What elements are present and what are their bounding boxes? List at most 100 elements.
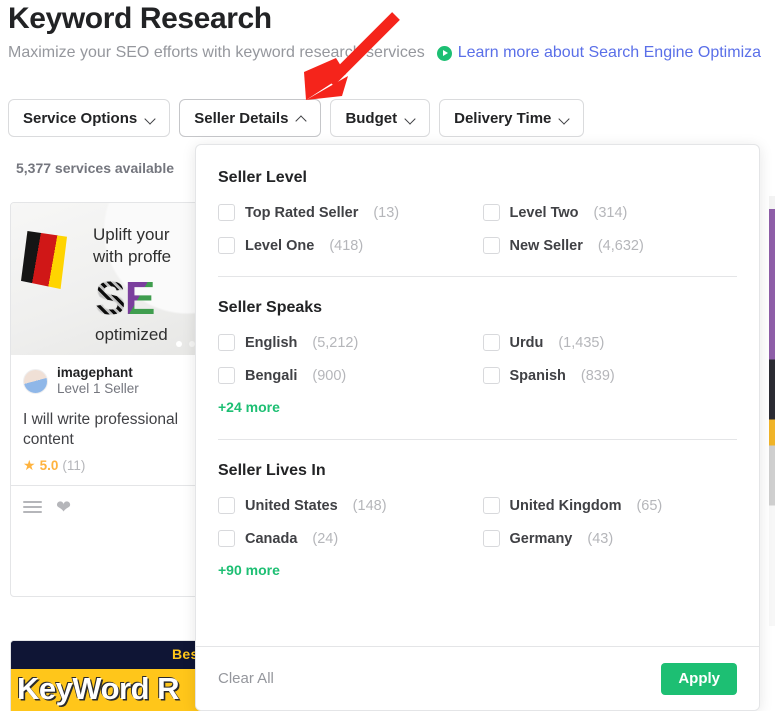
gig-image-letter-e: E <box>124 272 156 324</box>
option-count: (43) <box>587 530 614 547</box>
option-count: (24) <box>312 530 339 547</box>
option-label: Canada <box>245 530 298 547</box>
option-count: (418) <box>329 237 364 254</box>
seller-level: Level 1 Seller <box>57 381 139 397</box>
dropdown-footer: Clear All Apply <box>196 646 759 710</box>
dropdown-body: Seller Level Top Rated Seller (13) Level… <box>196 145 759 580</box>
show-more-countries-link[interactable]: +90 more <box>218 562 280 578</box>
play-circle-icon <box>436 45 452 61</box>
page-subtitle-row: Maximize your SEO efforts with keyword r… <box>8 44 761 62</box>
option-count: (1,435) <box>558 334 605 351</box>
filter-button-budget[interactable]: Budget <box>330 99 431 137</box>
filter-label: Budget <box>345 109 398 127</box>
gig-image-seo-text: SE <box>95 272 156 324</box>
checkbox[interactable] <box>218 497 235 514</box>
checkbox[interactable] <box>218 367 235 384</box>
checkbox[interactable] <box>482 497 500 514</box>
chevron-down-icon <box>560 114 569 123</box>
checkbox-option-bengali[interactable]: Bengali (900) <box>218 367 473 384</box>
checkbox[interactable] <box>218 204 235 221</box>
option-label: United States <box>245 497 338 514</box>
checkbox[interactable] <box>482 367 500 384</box>
seller-name[interactable]: imagephant <box>57 365 139 381</box>
apply-button[interactable]: Apply <box>661 662 737 695</box>
options-grid-seller-level: Top Rated Seller (13) Level Two (314) Le… <box>218 204 737 254</box>
chevron-down-icon <box>146 114 155 123</box>
filter-bar: Service Options Seller Details Budget De… <box>8 99 585 137</box>
checkbox-option-spanish[interactable]: Spanish (839) <box>482 367 738 384</box>
gig-image-letter-s: S <box>95 272 126 324</box>
filter-button-seller-details[interactable]: Seller Details <box>179 99 322 137</box>
checkbox-option-united-kingdom[interactable]: United Kingdom (65) <box>482 497 738 514</box>
options-grid-seller-speaks: English (5,212) Urdu (1,435) Bengali (90… <box>218 334 737 384</box>
option-count: (5,212) <box>312 334 359 351</box>
option-count: (900) <box>312 367 347 384</box>
option-count: (148) <box>352 497 387 514</box>
checkbox-option-top-rated-seller[interactable]: Top Rated Seller (13) <box>218 204 473 221</box>
page-root: Keyword Research Maximize your SEO effor… <box>0 0 775 711</box>
options-grid-seller-lives-in: United States (148) United Kingdom (65) … <box>218 497 737 547</box>
filter-label: Delivery Time <box>454 109 552 127</box>
checkbox-option-new-seller[interactable]: New Seller (4,632) <box>482 237 738 254</box>
checkbox-option-english[interactable]: English (5,212) <box>218 334 473 351</box>
seller-details-dropdown-panel: Seller Level Top Rated Seller (13) Level… <box>195 144 760 711</box>
chevron-up-icon <box>297 114 306 123</box>
section-title-seller-lives-in: Seller Lives In <box>218 462 326 479</box>
checkbox-option-urdu[interactable]: Urdu (1,435) <box>482 334 738 351</box>
checkbox[interactable] <box>482 204 500 221</box>
option-count: (13) <box>373 204 400 221</box>
checkbox[interactable] <box>482 334 500 351</box>
rating-count: (11) <box>62 457 86 473</box>
option-label: Top Rated Seller <box>245 204 359 221</box>
gig-image-text-bottom: optimized <box>95 325 168 344</box>
section-title-seller-level: Seller Level <box>218 169 307 186</box>
carousel-dots[interactable] <box>176 341 195 347</box>
option-count: (4,632) <box>597 237 644 254</box>
page-subtitle: Maximize your SEO efforts with keyword r… <box>8 44 425 61</box>
checkbox-option-level-one[interactable]: Level One (418) <box>218 237 473 254</box>
option-label: Urdu <box>509 334 544 351</box>
option-label: English <box>245 334 298 351</box>
checkbox-option-united-states[interactable]: United States (148) <box>218 497 473 514</box>
option-label: Level One <box>245 237 315 254</box>
show-more-languages-link[interactable]: +24 more <box>218 399 280 415</box>
clear-all-button[interactable]: Clear All <box>218 670 274 687</box>
filter-label: Seller Details <box>194 109 289 127</box>
gig-image-text-line1: Uplift your <box>93 225 170 244</box>
option-count: (839) <box>580 367 615 384</box>
heart-icon[interactable]: ❤ <box>56 498 71 516</box>
checkbox[interactable] <box>218 334 235 351</box>
star-icon: ★ <box>23 457 36 474</box>
option-count: (314) <box>593 204 628 221</box>
checkbox[interactable] <box>482 237 500 254</box>
option-label: New Seller <box>509 237 583 254</box>
option-label: Spanish <box>509 367 566 384</box>
results-count: 5,377 services available <box>16 160 175 176</box>
checkbox-option-canada[interactable]: Canada (24) <box>218 530 473 547</box>
checkbox[interactable] <box>482 530 500 547</box>
page-title: Keyword Research <box>8 2 272 35</box>
option-label: United Kingdom <box>509 497 622 514</box>
option-count: (65) <box>636 497 663 514</box>
checkbox[interactable] <box>218 237 235 254</box>
carousel-dot[interactable] <box>176 341 182 347</box>
section-title-seller-speaks: Seller Speaks <box>218 299 323 316</box>
list-icon[interactable] <box>23 500 42 513</box>
avatar[interactable] <box>23 368 48 394</box>
banner-main-text: KeyWord R <box>17 671 180 706</box>
option-label: Germany <box>509 530 573 547</box>
checkbox[interactable] <box>218 530 235 547</box>
gig-image-text-line2: with proffe <box>93 247 172 266</box>
filter-button-service-options[interactable]: Service Options <box>8 99 171 137</box>
checkbox-option-germany[interactable]: Germany (43) <box>482 530 738 547</box>
checkbox-option-level-two[interactable]: Level Two (314) <box>482 204 738 221</box>
adjacent-gig-card-sliver <box>769 196 775 626</box>
chevron-down-icon <box>406 114 415 123</box>
option-label: Bengali <box>245 367 298 384</box>
learn-more-link[interactable]: Learn more about Search Engine Optimiza <box>458 44 761 62</box>
filter-button-delivery-time[interactable]: Delivery Time <box>439 99 585 137</box>
filter-label: Service Options <box>23 109 138 127</box>
german-flag-decoration <box>21 231 67 289</box>
option-label: Level Two <box>509 204 579 221</box>
rating-value: 5.0 <box>39 457 59 473</box>
